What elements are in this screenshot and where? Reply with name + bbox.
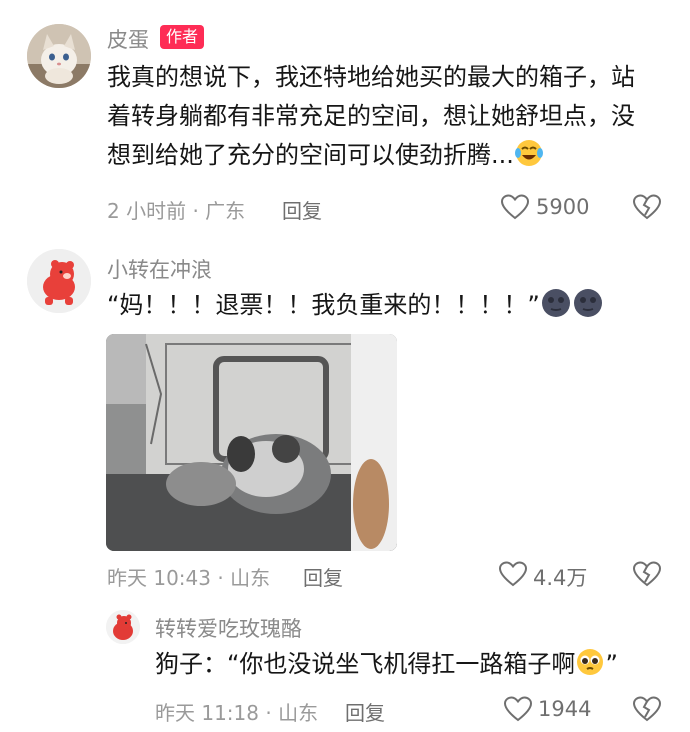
reply-button[interactable]: 回复 (345, 697, 385, 726)
heart-outline-icon[interactable] (503, 695, 533, 723)
new-moon-face-emoji (540, 288, 572, 330)
reply-author[interactable]: 转转爱吃玫瑰酪 (155, 613, 302, 643)
pleading-face-emoji (575, 647, 605, 689)
comment-author[interactable]: 皮蛋 (107, 24, 149, 54)
reply-button[interactable]: 回复 (303, 562, 343, 591)
reply-text: 狗子：“你也没说坐飞机得扛一路箱子啊 ” (155, 645, 675, 689)
reply-time-location: 昨天 11:18 · 山东 (155, 701, 319, 725)
broken-heart-icon[interactable] (632, 193, 662, 221)
like-count: 4.4万 (533, 566, 588, 590)
comment-time-location: 昨天 10:43 · 山东 (107, 566, 271, 590)
like-count: 5900 (536, 195, 590, 219)
broken-heart-icon[interactable] (632, 695, 662, 723)
heart-outline-icon[interactable] (500, 193, 530, 221)
avatar-red-mascot[interactable] (106, 610, 140, 644)
author-badge: 作者 (160, 25, 205, 49)
heart-outline-icon[interactable] (498, 560, 528, 588)
avatar-red-bear[interactable] (27, 249, 91, 313)
avatar-cat[interactable] (27, 24, 91, 88)
comment-text: “妈！！！退票！！我负重来的！！！！” (107, 286, 667, 330)
reply-button[interactable]: 回复 (282, 195, 322, 224)
broken-heart-icon[interactable] (632, 560, 662, 588)
like-count: 1944 (538, 697, 592, 721)
comment-text: 我真的想说下，我还特地给她买的最大的箱子，站着转身躺都有非常充足的空间，想让她舒… (107, 58, 635, 180)
comment-photo-cat-in-crate[interactable] (106, 334, 397, 551)
comment-author[interactable]: 小转在冲浪 (107, 254, 212, 284)
laughing-tears-emoji (514, 138, 544, 180)
comment-time-location: 2 小时前 · 广东 (107, 199, 246, 223)
new-moon-face-emoji (572, 288, 604, 330)
